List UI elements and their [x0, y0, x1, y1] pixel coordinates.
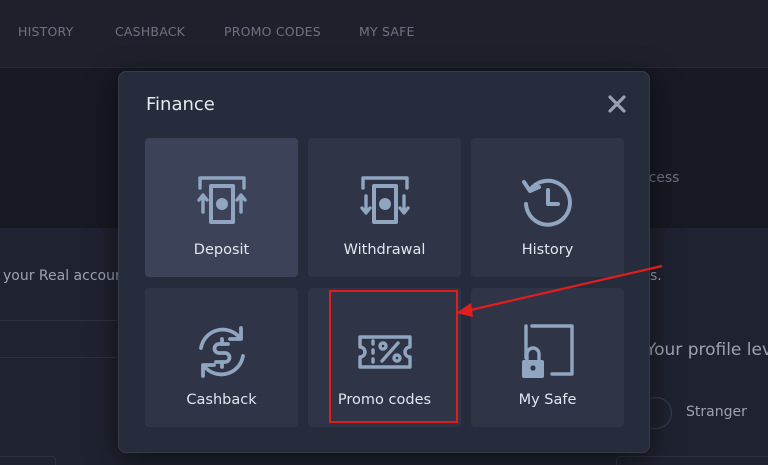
- finance-modal: Finance Deposit Withdrawal History Cashb…: [118, 71, 650, 453]
- deposit-icon: [192, 172, 252, 232]
- cashback-icon: [192, 322, 252, 382]
- history-tile[interactable]: History: [471, 138, 624, 277]
- nav-my-safe[interactable]: MY SAFE: [359, 24, 415, 39]
- my-safe-tile[interactable]: My Safe: [471, 288, 624, 427]
- nav-cashback[interactable]: CASHBACK: [115, 24, 185, 39]
- cashback-label: Cashback: [186, 392, 257, 408]
- deposit-label: Deposit: [193, 242, 250, 258]
- profile-level-heading: Your profile leve: [646, 340, 768, 360]
- close-icon[interactable]: [603, 90, 631, 118]
- history-icon: [518, 172, 578, 232]
- modal-title: Finance: [146, 94, 215, 115]
- background-field-2: [0, 456, 56, 465]
- history-label: History: [521, 242, 574, 258]
- withdrawal-tile[interactable]: Withdrawal: [308, 138, 461, 277]
- top-nav: HISTORY CASHBACK PROMO CODES MY SAFE: [0, 0, 768, 68]
- withdrawal-label: Withdrawal: [343, 242, 426, 258]
- promo-codes-tile[interactable]: Promo codes: [308, 288, 461, 427]
- nav-promo-codes[interactable]: PROMO CODES: [224, 24, 321, 39]
- background-real-account-text: your Real account: [3, 268, 130, 284]
- my-safe-label: My Safe: [518, 392, 577, 408]
- cashback-tile[interactable]: Cashback: [145, 288, 298, 427]
- promo-codes-icon: [355, 322, 415, 382]
- background-field-3: [616, 456, 768, 465]
- nav-history[interactable]: HISTORY: [18, 24, 73, 39]
- deposit-tile[interactable]: Deposit: [145, 138, 298, 277]
- level-stranger-label: Stranger: [686, 404, 747, 420]
- background-field: [0, 320, 120, 358]
- my-safe-icon: [518, 322, 578, 382]
- withdrawal-icon: [355, 172, 415, 232]
- promo-codes-label: Promo codes: [337, 392, 432, 408]
- background-dot-text: s.: [650, 268, 662, 284]
